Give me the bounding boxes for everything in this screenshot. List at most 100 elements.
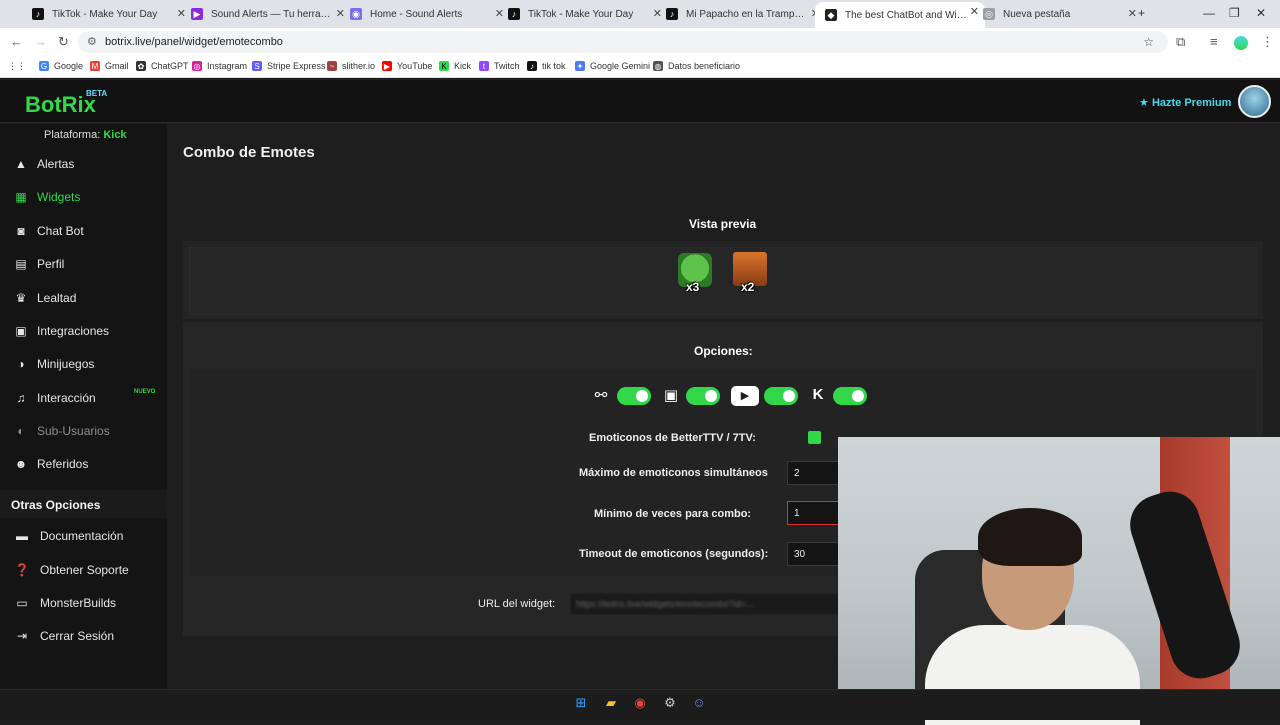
- bookmark-label: Gmail: [105, 61, 129, 71]
- windows-start-icon[interactable]: ⊞: [572, 695, 590, 713]
- soundalerts-home-icon: ◉: [350, 8, 362, 20]
- url-text[interactable]: botrix.live/panel/widget/emotecombo: [105, 36, 283, 48]
- close-icon[interactable]: ✕: [1128, 7, 1137, 20]
- new-tab-icon[interactable]: +: [1138, 6, 1145, 20]
- close-window-icon[interactable]: ✕: [1256, 6, 1266, 20]
- max-emotes-label: Máximo de emoticonos simultáneos: [579, 467, 768, 479]
- browser-tab[interactable]: ♪ TikTok - Make Your Day ✕: [498, 4, 668, 24]
- sidebar-item-referidos[interactable]: ☻ Referidos: [0, 449, 167, 479]
- premium-button[interactable]: ★ Hazte Premium: [1139, 96, 1231, 109]
- apps-icon[interactable]: ⋮⋮: [8, 61, 26, 72]
- instagram-icon: ◎: [192, 61, 202, 71]
- sidebar-item-soporte[interactable]: ❓ Obtener Soporte: [0, 555, 167, 585]
- sidebar-item-label: Integraciones: [37, 324, 110, 338]
- bookmark-label: Kick: [454, 61, 472, 71]
- timeout-label: Timeout de emoticonos (segundos):: [579, 548, 769, 560]
- bookmark-google[interactable]: G Google: [39, 61, 83, 71]
- bookmark-label: slither.io: [342, 61, 376, 71]
- maximize-icon[interactable]: ❐: [1229, 6, 1240, 20]
- settings-taskbar-icon[interactable]: ⚙: [661, 695, 679, 713]
- integrations-icon: ▣: [15, 324, 27, 338]
- discord-icon[interactable]: ☺: [690, 695, 708, 713]
- sidebar-item-interaccion[interactable]: ♫ Interacción: [0, 383, 167, 413]
- menu-icon[interactable]: ⋮: [1261, 34, 1274, 50]
- bookmark-gmail[interactable]: M Gmail: [90, 61, 129, 71]
- chatgpt-icon: ✿: [136, 61, 146, 71]
- bookmark-youtube[interactable]: ▶ YouTube: [382, 61, 432, 71]
- address-bar[interactable]: ⚙ botrix.live/panel/widget/emotecombo ☆: [78, 31, 1168, 53]
- sidebar-item-label: Interacción: [37, 391, 96, 405]
- minimize-icon[interactable]: —: [1203, 6, 1215, 20]
- tab-label: The best ChatBot and Widgets: [845, 9, 967, 21]
- sidebar-item-cerrar-sesion[interactable]: ⇥ Cerrar Sesión: [0, 621, 167, 651]
- sidebar-item-label: MonsterBuilds: [40, 596, 117, 610]
- sidebar-item-minijuegos[interactable]: ◑ Minijuegos: [0, 349, 167, 379]
- browser-tab[interactable]: ◉ Home - Sound Alerts ✕: [340, 4, 510, 24]
- preview-canvas: [189, 247, 1257, 315]
- sidebar-item-monsterbuilds[interactable]: ▭ MonsterBuilds: [0, 588, 167, 618]
- widget-url-field[interactable]: https://botrix.live/widgets/emotecombo?i…: [569, 592, 849, 616]
- emote-count: x3: [686, 280, 700, 294]
- preview-title: Vista previa: [689, 217, 757, 231]
- sidebar-item-perfil[interactable]: ▤ Perfil: [0, 249, 167, 279]
- botrix-icon: ◆: [825, 9, 837, 21]
- sidebar-item-label: Chat Bot: [37, 224, 84, 238]
- bookmark-slither[interactable]: ~ slither.io: [327, 61, 375, 71]
- bookmark-gemini[interactable]: ✦ Google Gemini: [575, 61, 650, 71]
- back-icon[interactable]: ←: [10, 34, 23, 49]
- profile-icon[interactable]: [1234, 36, 1248, 50]
- sidebar-item-lealtad[interactable]: ♛ Lealtad: [0, 283, 167, 313]
- browser-tab[interactable]: ◎ Nueva pestaña ✕: [973, 4, 1143, 24]
- bookmark-label: Instagram: [207, 61, 248, 71]
- site-info-icon[interactable]: ⚙: [87, 35, 97, 48]
- kick-toggle[interactable]: [833, 387, 867, 405]
- webcam-person-hair: [978, 508, 1082, 566]
- bookmark-star-icon[interactable]: ☆: [1143, 35, 1154, 49]
- sidebar-item-chat-bot[interactable]: ◙ Chat Bot: [0, 216, 167, 246]
- avatar[interactable]: [1238, 85, 1271, 118]
- bookmark-datos[interactable]: ◍ Datos beneficiario: [653, 61, 740, 71]
- tiktok-icon: ♪: [527, 61, 537, 71]
- sidebar-item-documentacion[interactable]: ▬ Documentación: [0, 521, 167, 551]
- bttv-checkbox[interactable]: [808, 431, 821, 444]
- extensions-icon[interactable]: ⧉: [1176, 34, 1185, 50]
- bookmark-kick[interactable]: K Kick: [439, 61, 471, 71]
- bookmark-twitch[interactable]: t Twitch: [479, 61, 520, 71]
- browser-tab[interactable]: ♪ TikTok - Make Your Day ✕: [22, 4, 192, 24]
- reload-icon[interactable]: ↻: [58, 34, 69, 50]
- chrome-taskbar-icon[interactable]: ◉: [631, 695, 649, 713]
- globe-icon: ◍: [653, 61, 663, 71]
- app-header: [0, 80, 1280, 123]
- sidebar-item-integraciones[interactable]: ▣ Integraciones: [0, 316, 167, 346]
- 7tv-toggle[interactable]: [617, 387, 651, 405]
- tiktok-icon: ♪: [32, 8, 44, 20]
- warning-icon: ▲: [15, 157, 27, 171]
- tab-label: Nueva pestaña: [1003, 8, 1071, 20]
- browser-tab-active[interactable]: ◆ The best ChatBot and Widgets ✕: [815, 2, 985, 28]
- grid-icon: ▦: [15, 190, 27, 204]
- min-combo-label: Mínimo de veces para combo:: [594, 508, 752, 520]
- bookmark-instagram[interactable]: ◎ Instagram: [192, 61, 247, 71]
- sidebar-item-alertas[interactable]: ▲ Alertas: [0, 149, 167, 179]
- twitch-icon: ▣: [663, 387, 679, 404]
- bookmark-label: Stripe Express: [267, 61, 326, 71]
- bttv-label: Emoticonos de BetterTTV / 7TV:: [589, 432, 756, 444]
- bookmark-tiktok[interactable]: ♪ tik tok: [527, 61, 566, 71]
- page-title: Combo de Emotes: [183, 144, 315, 161]
- sidebar-item-sub-usuarios[interactable]: ◐ Sub-Usuarios: [0, 416, 167, 446]
- twitch-toggle[interactable]: [686, 387, 720, 405]
- browser-tab[interactable]: ▶ Sound Alerts — Tu herramienta ✕: [181, 4, 351, 24]
- browser-tab-bar: ♪ TikTok - Make Your Day ✕ ▶ Sound Alert…: [0, 0, 1280, 28]
- media-icon[interactable]: ≡: [1210, 34, 1218, 49]
- platform-value: Kick: [103, 129, 127, 141]
- youtube-toggle[interactable]: [764, 387, 798, 405]
- tab-label: Sound Alerts — Tu herramienta: [211, 8, 333, 20]
- bookmark-stripe[interactable]: S Stripe Express: [252, 61, 326, 71]
- bookmark-chatgpt[interactable]: ✿ ChatGPT: [136, 61, 189, 71]
- browser-tab[interactable]: ♪ Mi Papacho en la Trampa: Un M ✕: [656, 4, 826, 24]
- file-explorer-icon[interactable]: ▰: [602, 695, 620, 713]
- sidebar-item-widgets[interactable]: ▦ Widgets: [0, 182, 167, 212]
- bookmark-label: YouTube: [397, 61, 433, 71]
- soundalerts-icon: ▶: [191, 8, 203, 20]
- forward-icon[interactable]: →: [34, 34, 47, 49]
